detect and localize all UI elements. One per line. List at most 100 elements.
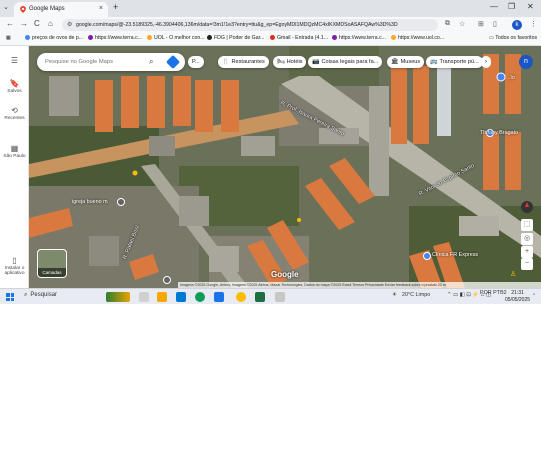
terra-icon: [332, 35, 337, 40]
cast-icon[interactable]: ⧉: [445, 20, 450, 28]
account-avatar[interactable]: n: [519, 55, 533, 69]
chip-hoteis[interactable]: 🛏 Hotéis: [273, 56, 307, 68]
uol-icon: [391, 35, 396, 40]
windows-start-icon[interactable]: [6, 293, 14, 301]
forward-button[interactable]: →: [20, 19, 28, 28]
fdg-icon: [207, 35, 212, 40]
history-icon: ⟲: [11, 106, 18, 115]
bookmark-item[interactable]: UOL - O melhor con...: [147, 35, 205, 41]
weather-text[interactable]: 20°C Limpo: [402, 292, 430, 298]
reload-button[interactable]: C: [34, 19, 40, 28]
bookmark-item[interactable]: preços de ovos de p...: [25, 35, 83, 41]
3d-toggle-button[interactable]: ⬚: [521, 219, 533, 231]
chip-coisas-legais[interactable]: 📷 Coisas legais para fa...: [308, 56, 383, 68]
browser-titlebar: ⌄ Google Maps × + — ❐ ✕: [0, 0, 541, 17]
browser-toolbar: ← → C ⌂ ⚙ google.com/maps/@-23.5189325,-…: [0, 17, 541, 33]
address-bar[interactable]: ⚙ google.com/maps/@-23.5189325,-46.39044…: [62, 19, 438, 31]
bookmark-item[interactable]: FDG | Poder de Gar...: [207, 35, 264, 41]
notifications-icon[interactable]: ▫: [533, 292, 535, 298]
language-indicator[interactable]: POR PTB2: [480, 290, 507, 296]
snipping-tool-icon[interactable]: [275, 292, 285, 302]
my-location-icon[interactable]: ◎: [521, 233, 533, 245]
camera-icon: 📷: [312, 59, 320, 65]
bookmark-star-icon[interactable]: ☆: [459, 20, 465, 28]
url-text: google.com/maps/@-23.5189325,-46.3904406…: [76, 22, 398, 28]
search-icon[interactable]: ⌕: [149, 57, 153, 67]
tab-search-icon[interactable]: ⌄: [3, 3, 9, 11]
calendar-icon[interactable]: [214, 292, 224, 302]
maps-left-rail: ☰ 🔖 Salvos ⟲ Recentes ▦ São Paulo ▯ Instalar…: [0, 46, 29, 288]
install-app-button[interactable]: ▯ Instalar o aplicativo: [0, 256, 29, 276]
poi-label[interactable]: igreja bueno m: [72, 199, 108, 205]
edge-icon[interactable]: [195, 292, 205, 302]
profile-avatar[interactable]: k: [512, 20, 522, 30]
taskbar-search[interactable]: ⌕ Pesquisar: [24, 292, 57, 299]
google-icon: [25, 35, 30, 40]
apps-grid-icon[interactable]: ▦: [6, 35, 11, 41]
zoom-in-button[interactable]: +: [521, 246, 533, 258]
clock[interactable]: 21:31 05/05/2025: [505, 290, 530, 303]
home-button[interactable]: ⌂: [48, 19, 53, 28]
weather-icon[interactable]: ☀: [392, 292, 397, 298]
back-button[interactable]: ←: [6, 19, 14, 28]
place-thumbnail-icon: ▦: [10, 144, 19, 153]
sidepanel-icon[interactable]: ▯: [493, 20, 497, 28]
bookmark-icon: 🔖: [9, 79, 20, 88]
site-info-icon[interactable]: ⚙: [67, 21, 72, 28]
bookmarks-bar: ▦ preços de ovos de p... https://www.ter…: [0, 33, 541, 46]
extension-icon[interactable]: ⊞: [478, 20, 484, 28]
layers-button[interactable]: Camadas: [37, 249, 67, 278]
bookmark-item[interactable]: https://www.terra.c...: [88, 35, 142, 41]
taskbar-widget-image[interactable]: [106, 292, 130, 302]
all-favorites[interactable]: ▭ Todos os favoritos: [489, 35, 537, 41]
excel-icon[interactable]: [255, 292, 265, 302]
museum-icon: 🏛: [391, 59, 399, 65]
bookmark-item[interactable]: https://www.uol.co...: [391, 35, 444, 41]
zoom-out-button[interactable]: −: [521, 258, 533, 270]
menu-button[interactable]: ☰: [0, 56, 29, 66]
minimize-button[interactable]: —: [490, 2, 498, 11]
chrome-icon[interactable]: [236, 292, 246, 302]
tab-google-maps[interactable]: Google Maps ×: [14, 2, 108, 17]
clock-date: 05/05/2025: [505, 296, 531, 303]
task-view-icon[interactable]: [139, 292, 149, 302]
hotel-icon: 🛏: [277, 59, 285, 65]
file-explorer-icon[interactable]: [157, 292, 167, 302]
terra-icon: [88, 35, 93, 40]
maps-search-box[interactable]: Pesquise no Google Maps ⌕: [37, 53, 185, 71]
directions-icon[interactable]: [165, 54, 181, 70]
tab-close-icon[interactable]: ×: [99, 5, 103, 12]
close-window-button[interactable]: ✕: [527, 2, 534, 11]
bus-icon: 🚌: [430, 59, 438, 65]
menu-icon[interactable]: ⋮: [530, 20, 537, 28]
uol-icon: [147, 35, 152, 40]
chip-truncated[interactable]: P...: [188, 56, 204, 68]
new-tab-button[interactable]: +: [113, 2, 118, 12]
chip-museus[interactable]: 🏛 Museus: [387, 56, 425, 68]
street-view-pegman-icon[interactable]: ♙: [510, 270, 516, 278]
poi-label[interactable]: Clínica FR Express: [432, 252, 478, 258]
google-maps-favicon: [20, 6, 26, 13]
search-icon: ⌕: [24, 292, 28, 298]
chip-transporte[interactable]: 🚌 Transporte pú...: [426, 56, 483, 68]
saved-button[interactable]: 🔖 Salvos: [0, 79, 29, 94]
screen: ⌄ Google Maps × + — ❐ ✕ ← → C ⌂ ⚙ google…: [0, 0, 541, 475]
chip-restaurantes[interactable]: 🍴 Restaurantes: [218, 56, 269, 68]
windows-taskbar: ⌕ Pesquisar ☀ 20°C Limpo ⌃ ▭ ◧ ⊡ ⚡ ♫ ◫ PO…: [0, 288, 541, 304]
chips-next-button[interactable]: ›: [481, 56, 491, 68]
poi-label[interactable]: Thifany Bragato: [480, 130, 518, 136]
google-logo: Google: [271, 270, 299, 279]
bookmark-item[interactable]: https://www.terra.c...: [332, 35, 386, 41]
recent-place-sao-paulo[interactable]: ▦ São Paulo: [0, 144, 29, 159]
search-input[interactable]: Pesquise no Google Maps: [45, 59, 113, 65]
restaurant-icon: 🍴: [222, 59, 230, 65]
tab-title: Google Maps: [29, 6, 65, 12]
maximize-button[interactable]: ❐: [508, 2, 515, 11]
layers-label: Camadas: [38, 268, 66, 277]
compass-icon[interactable]: [521, 201, 533, 213]
gmail-icon: [270, 35, 275, 40]
recent-button[interactable]: ⟲ Recentes: [0, 106, 29, 121]
poi-label[interactable]: ...lo: [506, 75, 515, 81]
bookmark-item[interactable]: Gmail - Entrada (4.1...: [270, 35, 328, 41]
store-icon[interactable]: [176, 292, 186, 302]
